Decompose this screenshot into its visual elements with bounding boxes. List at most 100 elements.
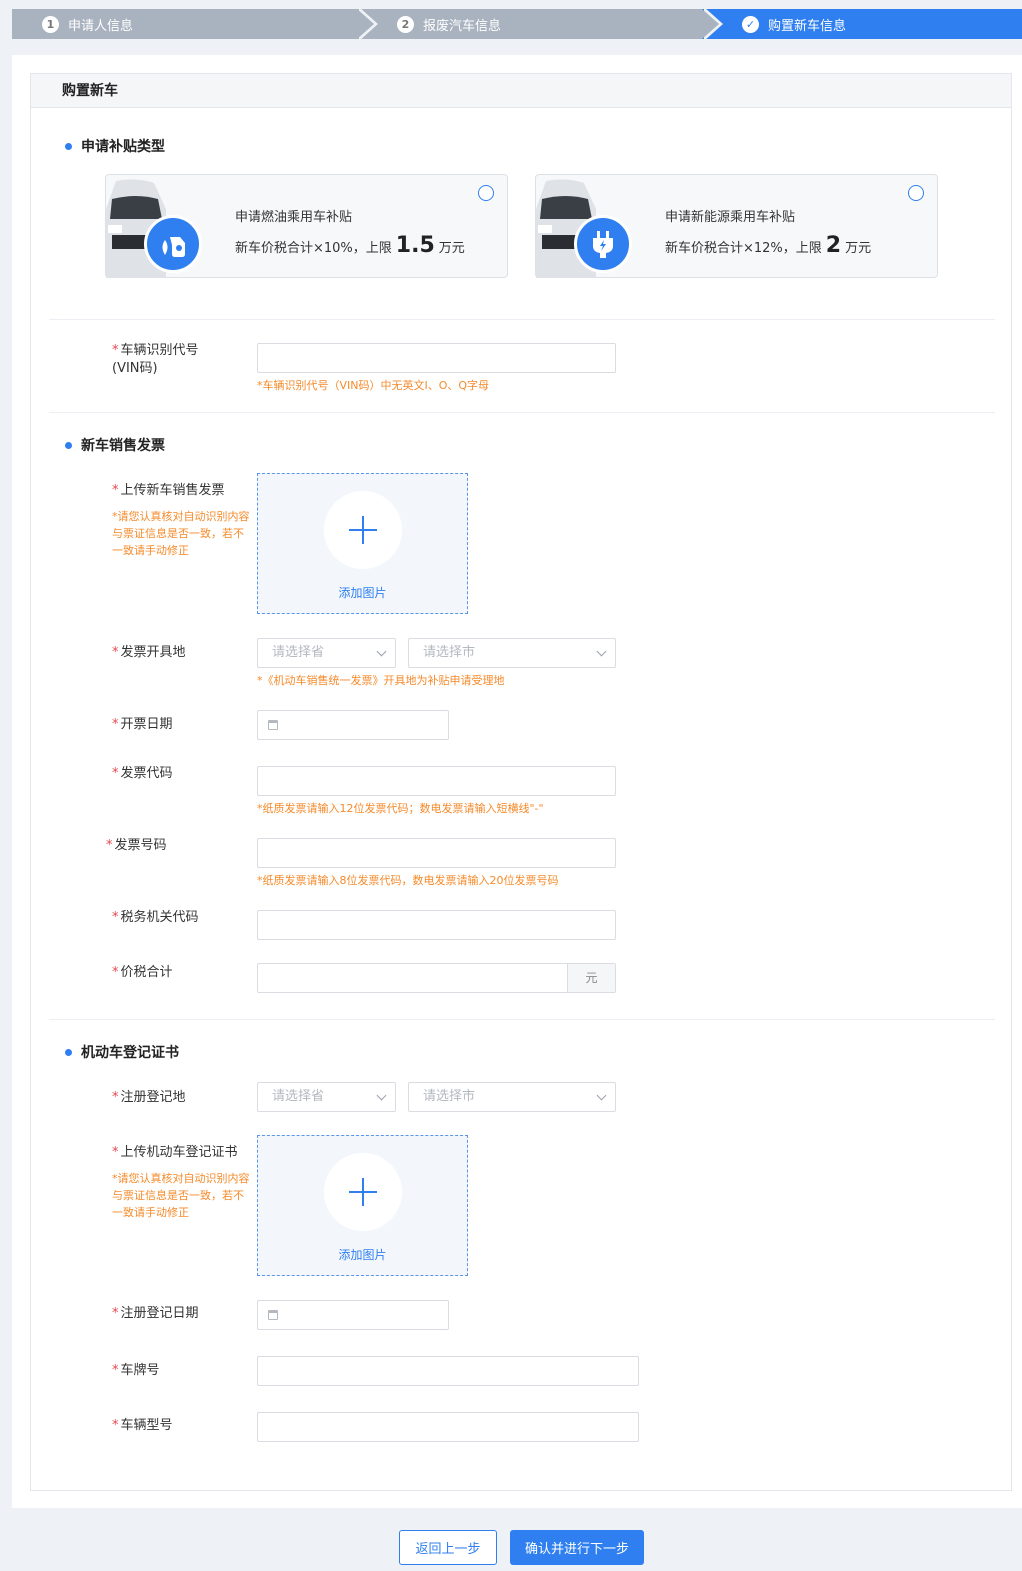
option-title: 申请燃油乘用车补贴 (235, 210, 353, 225)
invoice-code-input[interactable] (257, 766, 616, 796)
calendar-icon (268, 720, 278, 730)
select-placeholder: 请选择市 (423, 1089, 476, 1104)
chevron-down-icon (376, 1090, 387, 1101)
vin-label: * 车辆识别代号 (VIN码) (112, 343, 199, 376)
step-new-car-info[interactable]: ✓ 购置新车信息 (702, 9, 1022, 39)
registration-province-select[interactable]: 请选择省 (257, 1082, 396, 1112)
calendar-icon (268, 1310, 278, 1320)
ev-plug-icon (574, 215, 632, 273)
plate-number-input[interactable] (257, 1356, 639, 1386)
step-scrapped-car-info[interactable]: 2 报废汽车信息 (357, 7, 723, 41)
card-title: 购置新车 (31, 74, 1011, 108)
check-icon: ✓ (742, 15, 759, 33)
option-amount: 2 (825, 233, 842, 258)
label-text: 开票日期 (120, 717, 173, 732)
invoice-city-select[interactable]: 请选择市 (408, 638, 616, 668)
section-title: 机动车登记证书 (81, 1045, 179, 1061)
option-unit: 万元 (845, 241, 872, 256)
divider (49, 1019, 995, 1020)
label-text: 上传新车销售发票 (120, 483, 225, 498)
step-label: 购置新车信息 (768, 18, 847, 34)
section-subsidy-type: 申请补贴类型 (65, 136, 165, 156)
fuel-pump-icon (144, 215, 202, 273)
option-desc: 新车价税合计×10%，上限 1.5 万元 (235, 233, 465, 258)
ev-subsidy-radio[interactable] (908, 185, 924, 201)
invoice-province-select[interactable]: 请选择省 (257, 638, 396, 668)
chevron-down-icon (596, 1090, 607, 1101)
bullet-dot-icon (65, 441, 72, 449)
section-title: 申请补贴类型 (81, 139, 165, 155)
label-text: 车牌号 (120, 1363, 160, 1378)
invoice-upload-area[interactable]: 添加图片 (257, 473, 468, 614)
divider (49, 412, 995, 413)
option-desc-text: 新车价税合计×12%，上限 (665, 241, 822, 256)
label-text: 注册登记日期 (120, 1306, 199, 1321)
label-text: 价税合计 (120, 965, 173, 980)
registration-upload-hint: *请您认真核对自动识别内容与票证信息是否一致，若不一致请手动修正 (112, 1172, 250, 1219)
registration-upload-area[interactable]: 添加图片 (257, 1135, 468, 1276)
option-unit: 万元 (438, 241, 465, 256)
label-text: 税务机关代码 (120, 910, 199, 925)
add-image-label: 添加图片 (338, 1248, 387, 1262)
add-image-label: 添加图片 (338, 586, 387, 600)
label-text: 注册登记地 (120, 1090, 186, 1105)
vehicle-model-input[interactable] (257, 1412, 639, 1442)
tax-office-code-input[interactable] (257, 910, 616, 940)
form-page: 购置新车 申请补贴类型 申请燃油乘用车补贴 新车价税合计×10%，上限 1.5 … (12, 55, 1022, 1508)
vin-label-sub: (VIN码) (112, 361, 158, 376)
invoice-upload-hint: *请您认真核对自动识别内容与票证信息是否一致，若不一致请手动修正 (112, 510, 250, 557)
add-image-button[interactable] (324, 491, 402, 569)
step-label: 申请人信息 (68, 18, 134, 34)
label-text: 上传机动车登记证书 (120, 1145, 238, 1160)
option-ev-subsidy[interactable]: 申请新能源乘用车补贴 新车价税合计×12%，上限 2 万元 (535, 174, 938, 278)
vehicle-model-label: * 车辆型号 (112, 1418, 173, 1433)
divider (49, 319, 995, 320)
registration-place-label: * 注册登记地 (112, 1090, 186, 1105)
total-price-label: * 价税合计 (112, 965, 173, 980)
invoice-number-label: * 发票号码 (106, 838, 167, 853)
option-amount: 1.5 (395, 233, 435, 258)
vin-input[interactable] (257, 343, 616, 373)
total-price-input[interactable]: 元 (257, 963, 616, 993)
select-placeholder: 请选择市 (423, 645, 476, 660)
step-applicant-info[interactable]: 1 申请人信息 (12, 7, 378, 41)
select-placeholder: 请选择省 (272, 645, 325, 660)
step-label: 报废汽车信息 (423, 18, 502, 34)
registration-city-select[interactable]: 请选择市 (408, 1082, 616, 1112)
step-number: 1 (42, 15, 59, 33)
invoice-upload-label: * 上传新车销售发票 (112, 483, 225, 498)
step-number: 2 (397, 15, 414, 33)
confirm-next-button[interactable]: 确认并进行下一步 (510, 1530, 644, 1565)
chevron-down-icon (376, 646, 387, 657)
option-title: 申请新能源乘用车补贴 (665, 210, 796, 225)
invoice-number-hint: *纸质发票请输入8位发票代码，数电发票请输入20位发票号码 (257, 874, 559, 887)
tax-office-code-label: * 税务机关代码 (112, 910, 199, 925)
option-desc-text: 新车价税合计×10%，上限 (235, 241, 392, 256)
registration-date-picker[interactable] (257, 1300, 449, 1330)
vin-label-text: 车辆识别代号 (120, 343, 199, 358)
section-title: 新车销售发票 (81, 438, 165, 454)
add-image-button[interactable] (324, 1153, 402, 1231)
section-invoice: 新车销售发票 (65, 435, 165, 455)
bullet-dot-icon (65, 1048, 72, 1056)
label-text: 发票开具地 (120, 645, 186, 660)
option-desc: 新车价税合计×12%，上限 2 万元 (665, 233, 871, 258)
invoice-number-input[interactable] (257, 838, 616, 868)
registration-upload-label: * 上传机动车登记证书 (112, 1145, 238, 1160)
registration-date-label: * 注册登记日期 (112, 1306, 199, 1321)
vin-hint: *车辆识别代号（VIN码）中无英文I、O、Q字母 (257, 379, 490, 392)
invoice-date-label: * 开票日期 (112, 717, 173, 732)
chevron-down-icon (596, 646, 607, 657)
label-text: 车辆型号 (120, 1418, 173, 1433)
back-button[interactable]: 返回上一步 (399, 1530, 497, 1565)
section-registration: 机动车登记证书 (65, 1042, 179, 1062)
steps-bar: 1 申请人信息 2 报废汽车信息 ✓ 购置新车信息 (12, 7, 1022, 41)
unit-suffix: 元 (567, 964, 615, 992)
label-text: 发票代码 (120, 766, 173, 781)
bullet-dot-icon (65, 142, 72, 150)
label-text: 发票号码 (114, 838, 167, 853)
invoice-date-picker[interactable] (257, 710, 449, 740)
form-card: 购置新车 申请补贴类型 申请燃油乘用车补贴 新车价税合计×10%，上限 1.5 … (30, 73, 1012, 1491)
fuel-subsidy-radio[interactable] (478, 185, 494, 201)
option-fuel-subsidy[interactable]: 申请燃油乘用车补贴 新车价税合计×10%，上限 1.5 万元 (105, 174, 508, 278)
